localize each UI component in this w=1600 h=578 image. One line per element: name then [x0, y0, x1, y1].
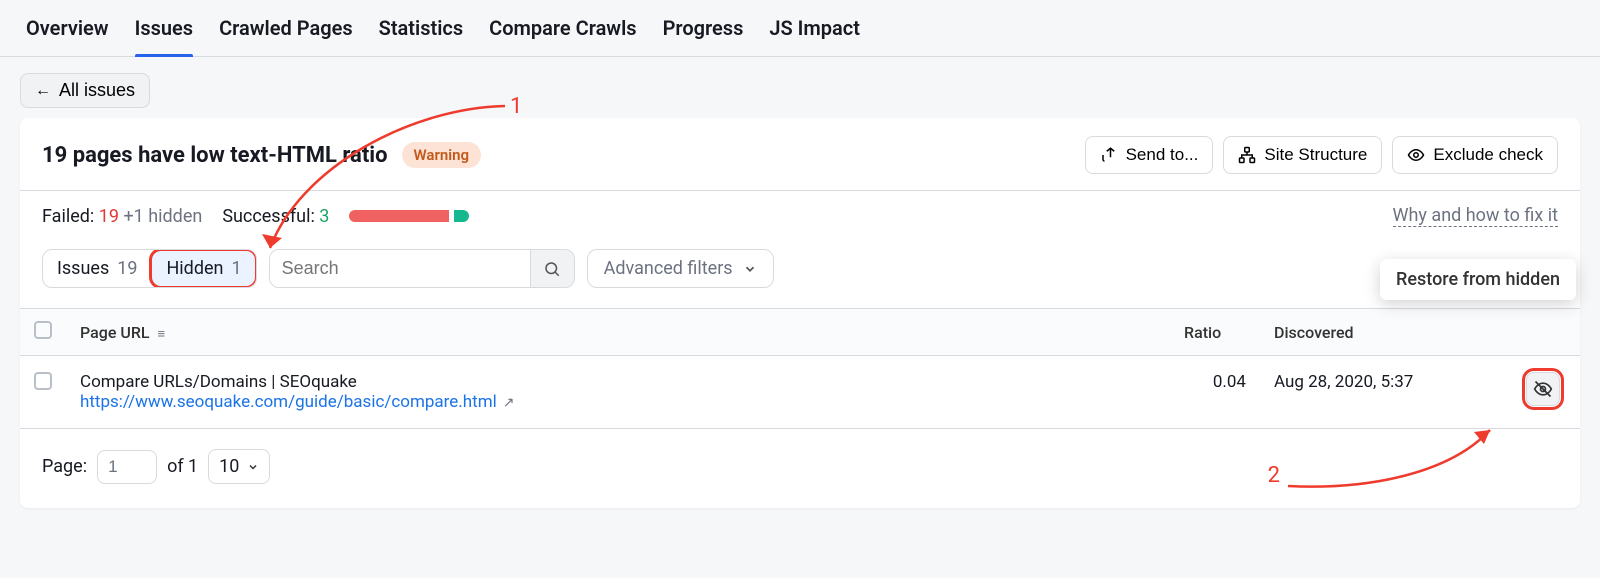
main-tabs: Overview Issues Crawled Pages Statistics… [0, 0, 1600, 57]
search-input[interactable] [270, 250, 530, 287]
results-table: Page URL ≡ Ratio Discovered Restore from… [20, 308, 1580, 429]
all-issues-label: All issues [59, 80, 135, 101]
chevron-down-icon [247, 461, 259, 473]
sitemap-icon [1238, 146, 1256, 164]
table-row: Compare URLs/Domains | SEOquake https://… [20, 356, 1580, 429]
back-arrow-icon: ← [35, 83, 51, 99]
row-checkbox[interactable] [34, 372, 52, 390]
tab-compare-crawls[interactable]: Compare Crawls [489, 16, 636, 56]
tab-js-impact[interactable]: JS Impact [769, 16, 860, 56]
send-to-button[interactable]: Send to... [1085, 136, 1214, 174]
col-page-url[interactable]: Page URL ≡ [66, 309, 1170, 356]
tab-crawled-pages[interactable]: Crawled Pages [219, 16, 353, 56]
row-title: Compare URLs/Domains | SEOquake [80, 372, 1156, 392]
sort-icon: ≡ [158, 327, 166, 342]
issue-card: 1 19 pages have low text-HTML ratio Warn… [20, 118, 1580, 508]
toggle-issues[interactable]: Issues 19 [43, 250, 151, 287]
all-issues-button[interactable]: ← All issues [20, 73, 150, 108]
row-ratio: 0.04 [1170, 356, 1260, 429]
site-structure-button[interactable]: Site Structure [1223, 136, 1382, 174]
page-of-label: of 1 [167, 456, 198, 477]
restore-tooltip: Restore from hidden [1380, 259, 1576, 300]
external-link-icon: ↗ [503, 395, 515, 411]
search-icon [543, 260, 561, 278]
select-all-checkbox[interactable] [34, 321, 52, 339]
why-how-fix-link[interactable]: Why and how to fix it [1393, 205, 1558, 227]
chevron-down-icon [743, 262, 757, 276]
failed-stat: Failed: 19 +1 hidden [42, 206, 202, 227]
eye-icon [1407, 146, 1425, 164]
share-icon [1100, 146, 1118, 164]
advanced-filters-button[interactable]: Advanced filters [587, 249, 774, 288]
toggle-hidden[interactable]: Hidden 1 [151, 250, 255, 287]
tab-issues[interactable]: Issues [135, 16, 194, 56]
search-box [269, 249, 575, 288]
row-discovered: Aug 28, 2020, 5:37 [1260, 356, 1500, 429]
exclude-check-button[interactable]: Exclude check [1392, 136, 1558, 174]
tab-progress[interactable]: Progress [663, 16, 744, 56]
issues-hidden-toggle: Issues 19 Hidden 1 [42, 249, 257, 288]
row-url-link[interactable]: https://www.seoquake.com/guide/basic/com… [80, 392, 514, 412]
issue-title: 19 pages have low text-HTML ratio [42, 143, 388, 168]
eye-off-icon [1533, 379, 1553, 399]
search-button[interactable] [530, 250, 574, 287]
page-label: Page: [42, 456, 87, 477]
ratio-bar [349, 210, 469, 222]
restore-from-hidden-button[interactable] [1526, 372, 1560, 406]
successful-stat: Successful: 3 [222, 206, 329, 227]
col-discovered[interactable]: Discovered [1260, 309, 1500, 356]
tab-statistics[interactable]: Statistics [379, 16, 464, 56]
pagination: Page: of 1 10 [20, 429, 1580, 508]
severity-badge: Warning [402, 142, 482, 168]
tab-overview[interactable]: Overview [26, 16, 109, 56]
col-ratio[interactable]: Ratio [1170, 309, 1260, 356]
page-size-select[interactable]: 10 [208, 449, 270, 484]
page-number-input[interactable] [97, 450, 157, 484]
